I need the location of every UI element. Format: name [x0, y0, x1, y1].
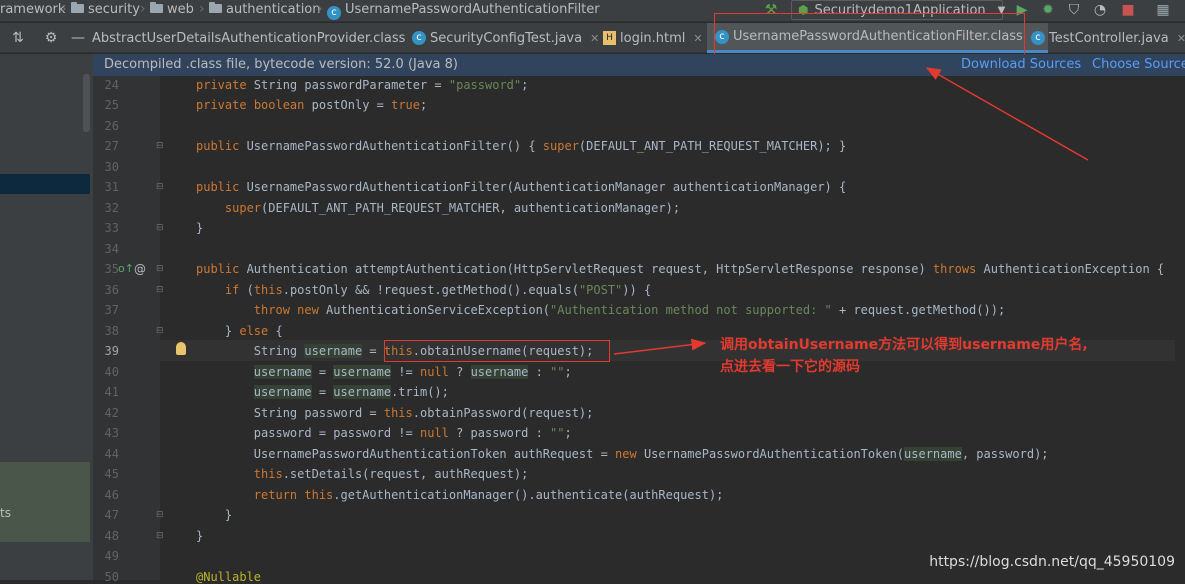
editor-scrollbar[interactable] — [1175, 76, 1185, 580]
annotation-arrows — [613, 67, 1089, 355]
arrow-to-tab — [925, 67, 1089, 161]
watermark: https://blog.csdn.net/qq_45950109 — [929, 554, 1175, 570]
annotation-text-line2: 点进去看一下它的源码 — [720, 359, 860, 375]
annotation-text-line1: 调用obtainUsername方法可以得到username用户名, — [720, 337, 1088, 353]
arrow-to-note — [613, 338, 707, 355]
